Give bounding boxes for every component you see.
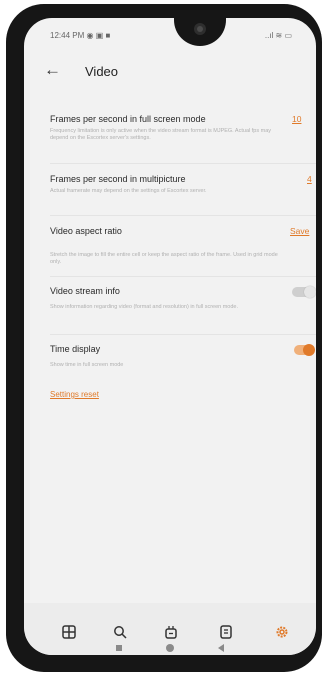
setting-description: Stretch the image to fill the entire cel… [50,252,278,265]
document-icon[interactable] [219,625,233,644]
recent-apps-icon[interactable] [116,645,122,651]
status-icons-right: ..ıl ≋ ▭ [264,31,292,40]
status-icons-left: ◉ ▣ ■ [86,31,111,40]
setting-title: Frames per second in full screen mode [50,114,206,124]
back-nav-icon[interactable] [218,644,224,652]
divider [50,334,316,335]
settings-reset-link[interactable]: Settings reset [50,390,99,399]
page-title: Video [85,64,119,79]
setting-title: Video aspect ratio [50,226,122,236]
gear-icon[interactable] [275,625,289,644]
grid-icon[interactable] [62,625,76,644]
setting-value[interactable]: 10 [292,114,301,124]
time-display-toggle[interactable] [294,344,315,356]
divider [50,163,316,164]
setting-video-aspect-ratio[interactable]: Video aspect ratio Save Stretch the imag… [50,226,316,272]
front-camera-icon [194,23,206,35]
setting-description: Frequency limitation is only active when… [50,128,272,141]
setting-fps-multipicture[interactable]: Frames per second in multipicture 4 Actu… [50,174,316,210]
divider [50,276,316,277]
setting-description: Show information regarding video (format… [50,304,239,310]
camera-robot-icon[interactable] [164,625,178,644]
divider [50,215,316,216]
setting-video-stream-info[interactable]: Video stream info Show information regar… [50,286,316,326]
setting-description: Actual framerate may depend on the setti… [50,188,207,194]
phone-frame: 12:44 PM ◉ ▣ ■ ..ıl ≋ ▭ ← Video Frames p… [6,4,322,672]
screen: 12:44 PM ◉ ▣ ■ ..ıl ≋ ▭ ← Video Frames p… [24,18,316,655]
toggle-knob [303,344,315,356]
setting-time-display[interactable]: Time display Show time in full screen mo… [50,344,316,374]
status-bar: 12:44 PM ◉ ▣ ■ ..ıl ≋ ▭ [24,18,316,46]
stream-info-toggle[interactable] [292,286,316,298]
toggle-knob [304,286,316,298]
setting-title: Video stream info [50,286,120,296]
home-icon[interactable] [166,644,174,652]
setting-title: Frames per second in multipicture [50,174,186,184]
setting-value[interactable]: 4 [307,174,312,184]
status-time: 12:44 PM ◉ ▣ ■ [50,31,111,40]
setting-title: Time display [50,344,101,354]
setting-value[interactable]: Save [290,226,309,236]
back-arrow-icon[interactable]: ← [44,60,61,80]
app-header: ← Video [24,60,316,92]
search-icon[interactable] [113,625,127,644]
setting-fps-fullscreen[interactable]: Frames per second in full screen mode 10… [50,114,316,158]
setting-description: Show time in full screen mode [50,362,124,368]
